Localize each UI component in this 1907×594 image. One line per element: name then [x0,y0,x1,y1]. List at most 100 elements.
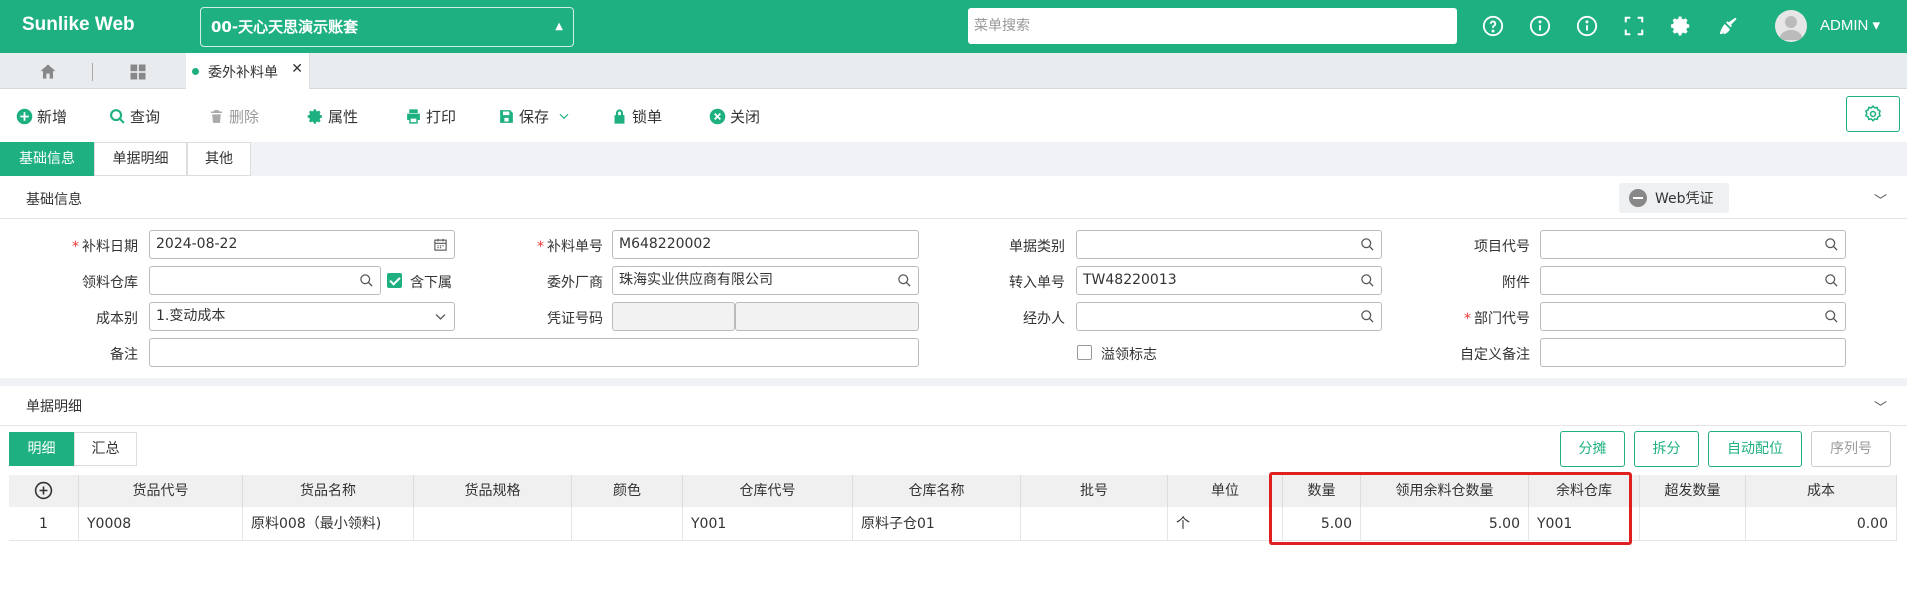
cost-select[interactable]: 1.变动成本 [149,302,455,331]
col-header[interactable]: 成本 [1746,475,1897,507]
include-sub-label: 含下属 [410,275,452,291]
include-sub-checkbox[interactable] [387,273,402,288]
col-header[interactable]: 单位 [1168,475,1283,507]
overflow-checkbox[interactable] [1077,345,1092,360]
page-settings-button[interactable] [1846,96,1900,132]
about-icon[interactable] [1574,13,1600,39]
col-header[interactable]: 货品名称 [243,475,414,507]
col-header[interactable]: 仓库名称 [853,475,1021,507]
help-icon[interactable] [1480,13,1506,39]
chevron-down-icon[interactable] [557,109,571,123]
cell-wh-name[interactable]: 原料子仓01 [853,507,1021,541]
divider [0,218,1907,219]
doc-type-field[interactable] [1076,230,1382,259]
page-tab-bar: 委外补料单 ✕ [0,53,1907,89]
query-button[interactable]: 查询 [109,105,160,127]
col-header[interactable]: 货品规格 [414,475,572,507]
fullscreen-icon[interactable] [1621,13,1647,39]
vendor-label: 委外厂商 [547,275,603,291]
serial-button[interactable]: 序列号 [1811,431,1891,467]
delete-button[interactable]: 删除 [208,105,259,127]
cell-wh-code[interactable]: Y001 [683,507,853,541]
menu-search-input[interactable] [968,8,1457,44]
apps-tab[interactable] [118,61,158,83]
info-icon[interactable] [1527,13,1553,39]
attributes-button[interactable]: 属性 [307,105,358,127]
bl-no-value: M648220002 [619,236,712,252]
col-header[interactable]: 批号 [1021,475,1168,507]
save-button[interactable]: 保存 [498,105,575,127]
calendar-icon[interactable] [433,237,448,252]
attach-label: 附件 [1502,275,1530,291]
print-button[interactable]: 打印 [405,105,456,127]
close-label: 关闭 [730,107,761,126]
voucher-field-1 [612,302,735,331]
close-button[interactable]: 关闭 [709,105,760,127]
cell-unit[interactable]: 个 [1168,507,1283,541]
broom-icon[interactable] [1715,13,1741,39]
search-icon[interactable] [1360,309,1375,324]
attach-field[interactable] [1540,266,1846,295]
search-icon[interactable] [1824,309,1839,324]
subtab-detail[interactable]: 明细 [9,432,74,466]
avatar[interactable] [1775,10,1807,42]
share-button[interactable]: 分摊 [1560,431,1625,467]
add-button[interactable]: 新增 [16,105,67,127]
cell-batch[interactable] [1021,507,1168,541]
voucher-label: 凭证号码 [547,311,603,327]
handler-field[interactable] [1076,302,1382,331]
col-header[interactable]: 颜色 [572,475,683,507]
gear-icon[interactable] [1668,13,1694,39]
lock-button[interactable]: 锁单 [611,105,662,127]
account-select[interactable]: 00-天心天思演示账套 ▲ [200,7,574,47]
chevron-down-icon [435,314,446,320]
search-icon[interactable] [1360,237,1375,252]
search-icon[interactable] [1824,273,1839,288]
tab-basic-info[interactable]: 基础信息 [0,142,94,176]
cell-code[interactable]: Y0008 [79,507,243,541]
custom-remark-field[interactable] [1540,338,1846,367]
dept-field[interactable] [1540,302,1846,331]
bl-date-label: * 补料日期 [72,239,138,255]
add-row-button[interactable] [9,475,79,507]
cell-name[interactable]: 原料008（最小领料) [243,507,414,541]
project-field[interactable] [1540,230,1846,259]
vendor-field[interactable]: 珠海实业供应商有限公司 [612,266,919,295]
search-icon[interactable] [897,273,912,288]
col-header[interactable]: 超发数量 [1640,475,1746,507]
bl-date-value: 2024-08-22 [156,236,238,252]
close-icon[interactable]: ✕ [291,61,303,77]
transfer-field[interactable]: TW48220013 [1076,266,1382,295]
wh-field[interactable] [149,266,381,295]
cell-spec[interactable] [414,507,572,541]
tab-doc-detail[interactable]: 单据明细 [94,142,187,176]
col-header[interactable]: 仓库代号 [683,475,853,507]
cell-over-qty[interactable] [1640,507,1746,541]
transfer-value: TW48220013 [1083,272,1177,288]
auto-location-button[interactable]: 自动配位 [1708,431,1802,467]
chevron-down-icon[interactable]: ﹀ [1874,190,1887,209]
col-header[interactable]: 货品代号 [79,475,243,507]
search-icon[interactable] [359,273,374,288]
search-icon[interactable] [1824,237,1839,252]
tab-other[interactable]: 其他 [187,142,251,176]
subtab-summary[interactable]: 汇总 [74,432,137,466]
home-tab[interactable] [28,61,68,83]
cell-cost[interactable]: 0.00 [1746,507,1897,541]
search-icon[interactable] [1360,273,1375,288]
basic-info-title: 基础信息 [26,192,82,208]
bl-no-field[interactable]: M648220002 [612,230,919,259]
bl-date-field[interactable]: 2024-08-22 [149,230,455,259]
caret-up-icon: ▲ [555,21,563,32]
split-button[interactable]: 拆分 [1634,431,1699,467]
user-menu[interactable]: ADMIN ▾ [1820,16,1880,34]
cell-color[interactable] [572,507,683,541]
remark-field[interactable] [149,338,919,367]
detail-title: 单据明细 [26,399,82,415]
print-label: 打印 [426,107,457,126]
web-voucher-button[interactable]: Web凭证 [1619,183,1729,213]
chevron-down-icon[interactable]: ﹀ [1874,397,1887,416]
toolbar: 新增 查询 删除 属性 打印 保存 锁单 关闭 [0,89,1907,142]
tab-outsourcing-supplement[interactable]: 委外补料单 ✕ [186,53,310,89]
save-label: 保存 [519,107,550,126]
